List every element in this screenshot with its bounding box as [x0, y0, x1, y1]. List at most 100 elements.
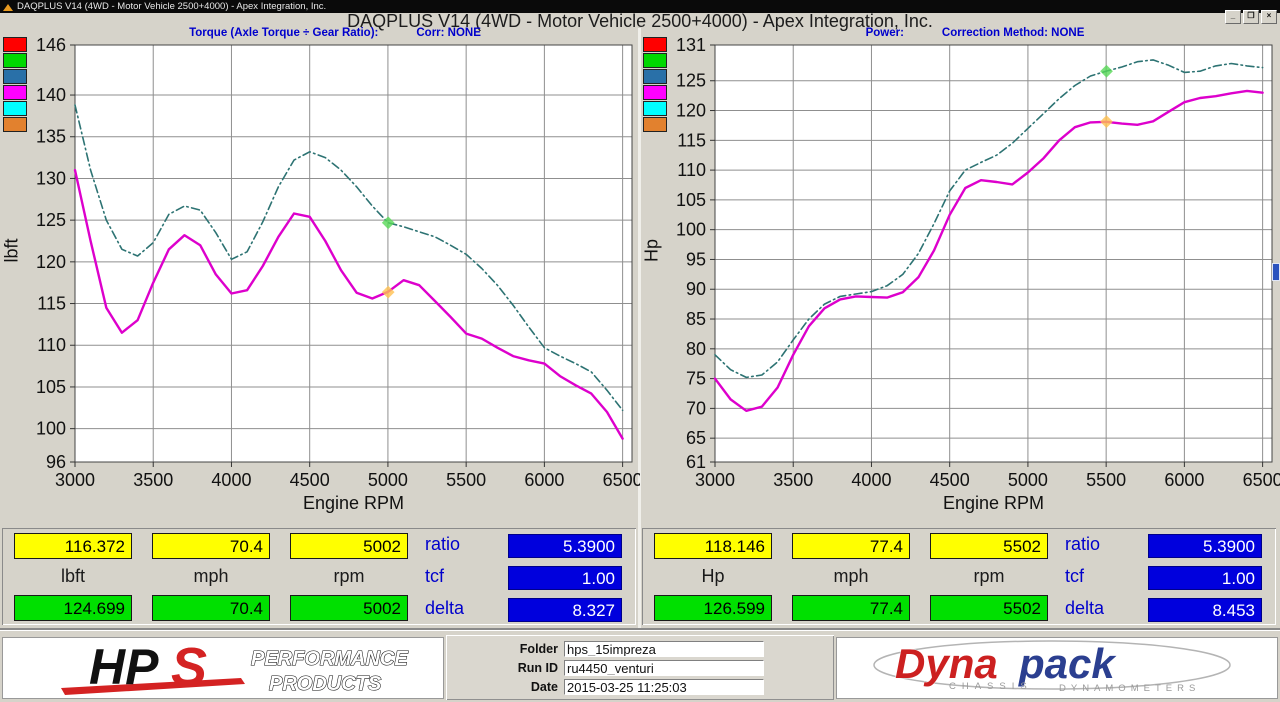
- svg-text:CHASSIS: CHASSIS: [949, 681, 1033, 692]
- svg-text:PERFORMANCE: PERFORMANCE: [251, 648, 408, 670]
- svg-text:6500: 6500: [1243, 470, 1280, 490]
- svg-text:105: 105: [36, 377, 66, 397]
- run-info-panel: Folder Run ID Date: [446, 635, 834, 700]
- svg-text:96: 96: [46, 452, 66, 472]
- svg-text:110: 110: [677, 160, 706, 180]
- unit-label-hp: Hp: [654, 566, 772, 587]
- unit-label-mph: mph: [152, 566, 270, 587]
- folder-input[interactable]: [564, 641, 764, 657]
- reference-power-value: 126.599: [654, 595, 772, 621]
- unit-label-torque: lbft: [14, 566, 132, 587]
- svg-text:4500: 4500: [290, 470, 330, 490]
- app-window: DAQPLUS V14 (4WD - Motor Vehicle 2500+40…: [0, 0, 1280, 702]
- date-input[interactable]: [564, 679, 764, 695]
- svg-text:110: 110: [37, 335, 66, 355]
- dynapack-logo: Dyna pack CHASSIS DYNAMOMETERS: [836, 637, 1278, 699]
- tcf-label: tcf: [1065, 566, 1143, 587]
- svg-text:PRODUCTS: PRODUCTS: [269, 673, 382, 695]
- svg-text:131: 131: [676, 35, 706, 55]
- svg-text:120: 120: [36, 252, 66, 272]
- unit-label-rpm: rpm: [290, 566, 408, 587]
- run-id-label: Run ID: [446, 660, 558, 677]
- unit-label-mph: mph: [792, 566, 910, 587]
- svg-text:65: 65: [686, 428, 706, 448]
- power-plot[interactable]: 131 125 120 115 110 105 100 95 90 85 80 75 70 65 61300…: [640, 30, 1280, 528]
- svg-text:4000: 4000: [851, 470, 891, 490]
- hps-logo-image: HP S PERFORMANCE PRODUCTS: [3, 638, 443, 698]
- hps-logo: HP S PERFORMANCE PRODUCTS: [2, 637, 444, 699]
- ratio-value: 5.3900: [1148, 534, 1262, 558]
- svg-text:5000: 5000: [1008, 470, 1048, 490]
- background-window-sliver: [1272, 263, 1280, 281]
- svg-text:130: 130: [36, 168, 66, 188]
- svg-text:85: 85: [686, 309, 706, 329]
- svg-text:75: 75: [686, 369, 706, 389]
- run-id-input[interactable]: [564, 660, 764, 676]
- svg-text:100: 100: [36, 419, 66, 439]
- date-label: Date: [446, 679, 558, 696]
- torque-readout-panel: 116.372 70.4 5002 lbft mph rpm 124.699 7…: [2, 528, 636, 625]
- svg-text:Engine RPM: Engine RPM: [943, 493, 1044, 513]
- tcf-value: 1.00: [1148, 566, 1262, 590]
- svg-text:4000: 4000: [211, 470, 251, 490]
- cursor-rpm-value: 5502: [930, 533, 1048, 559]
- svg-text:125: 125: [36, 210, 66, 230]
- svg-text:5500: 5500: [1086, 470, 1126, 490]
- cursor-torque-value: 116.372: [14, 533, 132, 559]
- svg-text:70: 70: [686, 398, 706, 418]
- svg-text:95: 95: [686, 249, 706, 269]
- svg-text:105: 105: [676, 190, 706, 210]
- ratio-value: 5.3900: [508, 534, 622, 558]
- svg-text:115: 115: [37, 294, 66, 314]
- power-readout-panel: 118.146 77.4 5502 Hp mph rpm 126.599 77.…: [642, 528, 1276, 625]
- svg-text:3000: 3000: [695, 470, 735, 490]
- svg-text:90: 90: [686, 279, 706, 299]
- reference-speed-value: 77.4: [792, 595, 910, 621]
- torque-plot[interactable]: 1461401351301251201151101051009630003500…: [0, 30, 640, 528]
- svg-text:3500: 3500: [133, 470, 173, 490]
- ratio-label: ratio: [1065, 534, 1143, 555]
- svg-text:HP: HP: [89, 639, 159, 695]
- svg-text:125: 125: [676, 71, 706, 91]
- ratio-label: ratio: [425, 534, 503, 555]
- svg-text:80: 80: [686, 339, 706, 359]
- window-controls: _ ❐ ×: [1225, 10, 1277, 24]
- dynapack-logo-image: Dyna pack CHASSIS DYNAMOMETERS: [837, 638, 1277, 698]
- cursor-power-value: 118.146: [654, 533, 772, 559]
- reference-rpm-value: 5002: [290, 595, 408, 621]
- delta-label: delta: [425, 598, 503, 619]
- reference-speed-value: 70.4: [152, 595, 270, 621]
- svg-text:120: 120: [676, 101, 706, 121]
- unit-label-rpm: rpm: [930, 566, 1048, 587]
- svg-text:100: 100: [676, 220, 706, 240]
- svg-text:6000: 6000: [524, 470, 564, 490]
- svg-text:pack: pack: [1018, 640, 1117, 687]
- svg-text:6500: 6500: [603, 470, 640, 490]
- svg-text:3500: 3500: [773, 470, 813, 490]
- svg-text:135: 135: [36, 127, 66, 147]
- cursor-speed-value: 70.4: [152, 533, 270, 559]
- close-button[interactable]: ×: [1261, 10, 1277, 24]
- reference-rpm-value: 5502: [930, 595, 1048, 621]
- svg-text:Dyna: Dyna: [895, 640, 998, 687]
- svg-text:5500: 5500: [446, 470, 486, 490]
- svg-text:5000: 5000: [368, 470, 408, 490]
- delta-value: 8.453: [1148, 598, 1262, 622]
- folder-label: Folder: [446, 641, 558, 658]
- cursor-speed-value: 77.4: [792, 533, 910, 559]
- tcf-value: 1.00: [508, 566, 622, 590]
- svg-text:6000: 6000: [1164, 470, 1204, 490]
- cursor-rpm-value: 5002: [290, 533, 408, 559]
- torque-chart-panel: Torque (Axle Torque ÷ Gear Ratio): Corr:…: [0, 0, 640, 530]
- svg-text:DYNAMOMETERS: DYNAMOMETERS: [1059, 683, 1200, 694]
- svg-text:61: 61: [686, 452, 706, 472]
- delta-value: 8.327: [508, 598, 622, 622]
- minimize-button[interactable]: _: [1225, 10, 1241, 24]
- delta-label: delta: [1065, 598, 1143, 619]
- svg-text:115: 115: [677, 130, 706, 150]
- restore-button[interactable]: ❐: [1243, 10, 1259, 24]
- svg-text:146: 146: [36, 35, 66, 55]
- power-chart-panel: Power: Correction Method: NONE Hp 131125…: [640, 0, 1280, 530]
- bottom-divider: [0, 628, 1280, 631]
- reference-torque-value: 124.699: [14, 595, 132, 621]
